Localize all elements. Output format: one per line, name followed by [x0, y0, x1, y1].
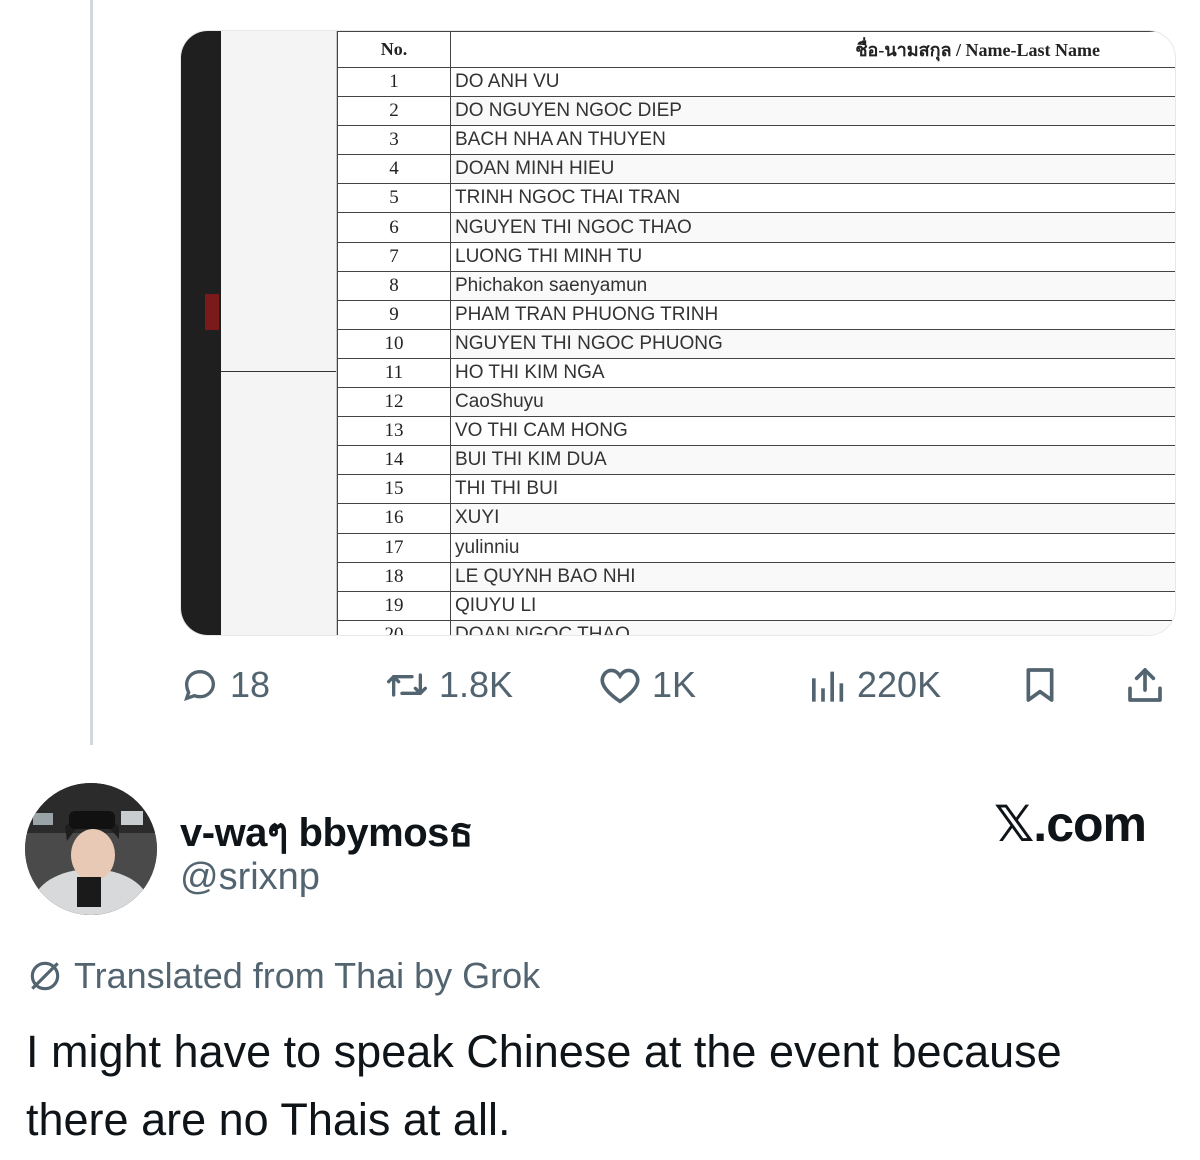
row-name: BACH NHA AN THUYEN: [450, 125, 1175, 156]
row-number: 6: [337, 212, 451, 243]
tweet-media-image[interactable]: No. ชื่อ-นามสกุล / Name-Last Name 1 DO AN…: [180, 30, 1176, 636]
reply-count: 18: [230, 664, 271, 705]
row-name: PHAM TRAN PHUONG TRINH: [450, 299, 1175, 330]
row-number: 4: [337, 154, 451, 185]
author-avatar[interactable]: [25, 783, 157, 915]
table-row: 3 BACH NHA AN THUYEN: [337, 125, 1175, 156]
participant-name-table: No. ชื่อ-นามสกุล / Name-Last Name 1 DO AN…: [337, 31, 1175, 635]
table-row: 17 yulinniu: [337, 532, 1175, 563]
row-number: 12: [337, 387, 451, 418]
like-count: 1K: [652, 664, 697, 705]
heart-icon: [600, 668, 640, 704]
row-number: 18: [337, 561, 451, 592]
table-row: 5 TRINH NGOC THAI TRAN: [337, 183, 1175, 214]
row-number: 16: [337, 503, 451, 534]
row-name: LUONG THI MINH TU: [450, 241, 1175, 272]
row-name: DO NGUYEN NGOC DIEP: [450, 96, 1175, 127]
row-name: NGUYEN THI NGOC THAO: [450, 212, 1175, 243]
table-row: 10 NGUYEN THI NGOC PHUONG: [337, 328, 1175, 359]
row-number: 10: [337, 328, 451, 359]
row-number: 20: [337, 619, 451, 635]
row-number: 7: [337, 241, 451, 272]
row-name: THI THI BUI: [450, 474, 1175, 505]
row-number: 2: [337, 96, 451, 127]
row-name: TRINH NGOC THAI TRAN: [450, 183, 1175, 214]
tweet-body-text: I might have to speak Chinese at the eve…: [26, 1026, 1062, 1145]
repost-button[interactable]: 1.8K: [385, 660, 513, 710]
row-name: LE QUYNH BAO NHI: [450, 561, 1175, 592]
row-name: CaoShuyu: [450, 387, 1175, 418]
thread-connector-line: [90, 0, 93, 745]
table-row: 16 XUYI: [337, 503, 1175, 534]
table-row: 14 BUI THI KIM DUA: [337, 445, 1175, 476]
table-row: 12 CaoShuyu: [337, 387, 1175, 418]
translate-globe-icon: [30, 961, 60, 991]
row-number: 9: [337, 299, 451, 330]
media-side-panel: [221, 31, 337, 635]
author-handle[interactable]: @srixnp: [180, 856, 320, 899]
row-number: 13: [337, 416, 451, 447]
bookmark-icon: [1026, 668, 1054, 702]
avatar-photo: [25, 783, 157, 915]
media-dark-edge: [181, 31, 221, 635]
table-row: 19 QIUYU LI: [337, 590, 1175, 621]
reply-icon: [184, 669, 216, 701]
media-panel-rule: [221, 371, 336, 372]
row-number: 17: [337, 532, 451, 563]
table-row: 15 THI THI BUI: [337, 474, 1175, 505]
row-number: 3: [337, 125, 451, 156]
row-name: XUYI: [450, 503, 1175, 534]
translation-note-text: Translated from Thai by Grok: [74, 955, 541, 996]
table-row: 9 PHAM TRAN PHUONG TRINH: [337, 299, 1175, 330]
table-header-no: No.: [337, 31, 451, 68]
row-name: DOAN MINH HIEU: [450, 154, 1175, 185]
bookmark-button[interactable]: [1020, 660, 1060, 710]
views-count: 220K: [857, 664, 942, 705]
share-icon: [1128, 668, 1162, 702]
row-number: 15: [337, 474, 451, 505]
engagement-bar: 18 1.8K 1K 220K: [180, 660, 1176, 710]
table-row: 2 DO NGUYEN NGOC DIEP: [337, 96, 1175, 127]
author-display-name[interactable]: v-waๆ bbymosธ: [180, 800, 473, 864]
row-name: BUI THI KIM DUA: [450, 445, 1175, 476]
table-row: 6 NGUYEN THI NGOC THAO: [337, 212, 1175, 243]
row-name: DOAN NGOC THAO: [450, 619, 1175, 635]
table-header-name: ชื่อ-นามสกุล / Name-Last Name: [450, 31, 1175, 68]
media-red-mark: [205, 294, 219, 330]
row-number: 11: [337, 357, 451, 389]
x-com-brand: 𝕏.com: [994, 796, 1147, 852]
table-row: 18 LE QUYNH BAO NHI: [337, 561, 1175, 592]
row-name: NGUYEN THI NGOC PHUONG: [450, 328, 1175, 359]
table-row: 7 LUONG THI MINH TU: [337, 241, 1175, 272]
repost-icon: [386, 673, 427, 697]
translation-note[interactable]: Translated from Thai by Grok: [26, 955, 540, 997]
table-row: 13 VO THI CAM HONG: [337, 416, 1175, 447]
row-name: yulinniu: [450, 532, 1175, 563]
table-row: 20 DOAN NGOC THAO: [337, 619, 1175, 635]
row-name: Phichakon saenyamun: [450, 270, 1175, 301]
like-button[interactable]: 1K: [598, 660, 696, 710]
reply-button[interactable]: 18: [180, 660, 270, 710]
views-icon: [812, 671, 844, 702]
row-name: VO THI CAM HONG: [450, 416, 1175, 447]
views-button[interactable]: 220K: [807, 660, 941, 710]
table-row: 11 HO THI KIM NGA: [337, 357, 1175, 389]
table-row: 8 Phichakon saenyamun: [337, 270, 1175, 301]
row-name: QIUYU LI: [450, 590, 1175, 621]
share-button[interactable]: [1125, 660, 1165, 710]
table-row: 1 DO ANH VU: [337, 66, 1175, 98]
row-number: 1: [337, 66, 451, 98]
row-number: 5: [337, 183, 451, 214]
row-name: DO ANH VU: [450, 66, 1175, 98]
repost-count: 1.8K: [439, 664, 514, 705]
tweet-screenshot: No. ชื่อ-นามสกุล / Name-Last Name 1 DO AN…: [0, 0, 1200, 1160]
row-number: 8: [337, 270, 451, 301]
row-number: 19: [337, 590, 451, 621]
row-name: HO THI KIM NGA: [450, 357, 1175, 389]
table-row: 4 DOAN MINH HIEU: [337, 154, 1175, 185]
row-number: 14: [337, 445, 451, 476]
